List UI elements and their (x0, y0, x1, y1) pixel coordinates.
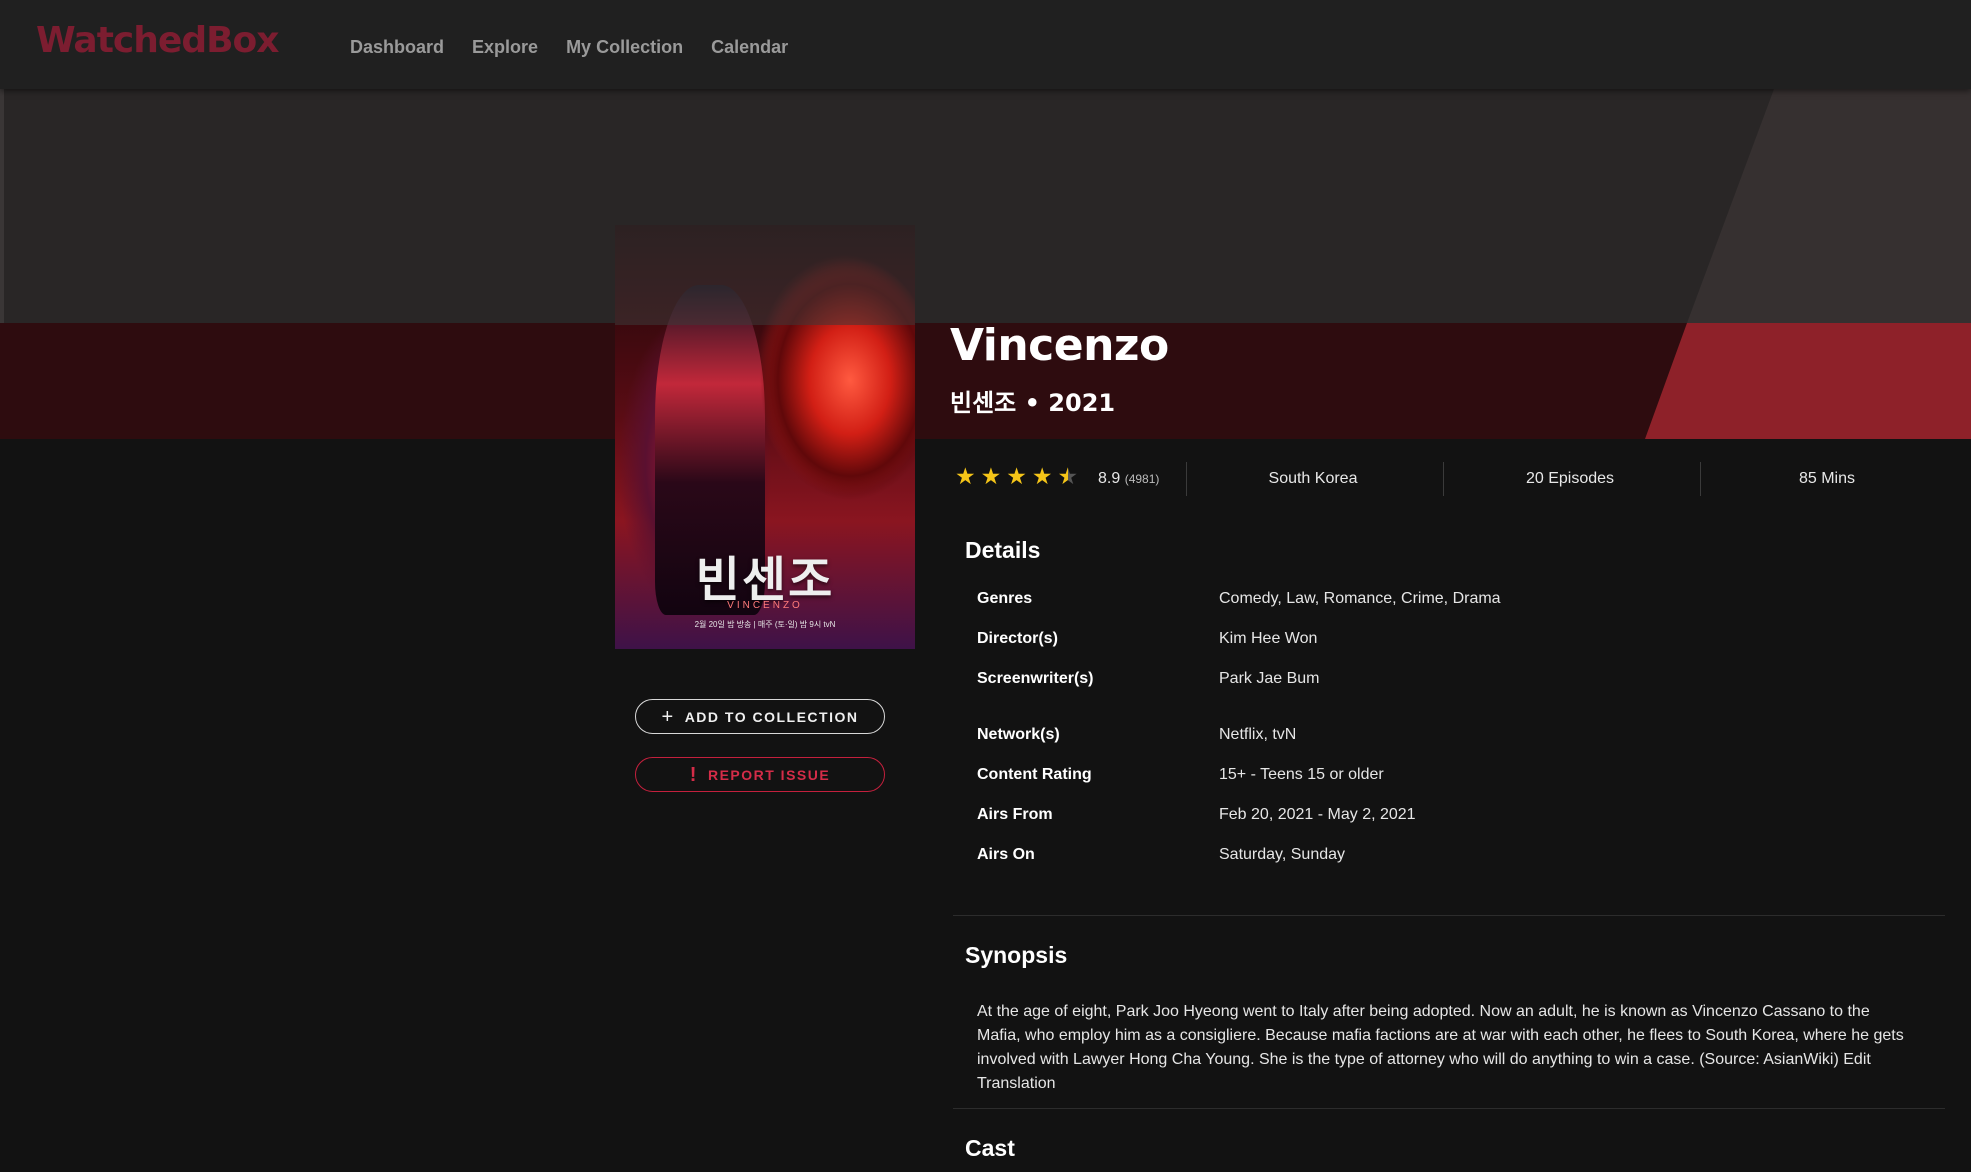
stat-country: South Korea (1268, 470, 1358, 487)
detail-row-airs-on: Airs On Saturday, Sunday (977, 846, 1937, 870)
detail-label: Content Rating (977, 766, 1092, 783)
main-nav: Dashboard Explore My Collection Calendar (350, 37, 788, 58)
nav-my-collection[interactable]: My Collection (566, 37, 683, 58)
stat-divider (1700, 462, 1701, 496)
nav-explore[interactable]: Explore (472, 37, 538, 58)
star-rating: ★ ★ ★ ★ ★ (955, 465, 1078, 488)
top-navigation-bar: WatchedBox Dashboard Explore My Collecti… (0, 0, 1971, 89)
report-issue-button[interactable]: ! REPORT ISSUE (635, 757, 885, 792)
show-title: Vincenzo (950, 320, 1169, 371)
detail-value: 15+ - Teens 15 or older (1219, 766, 1384, 783)
detail-row-networks: Network(s) Netflix, tvN (977, 726, 1937, 750)
detail-value: Saturday, Sunday (1219, 846, 1346, 863)
detail-label: Airs From (977, 806, 1053, 823)
star-icon: ★ (1031, 463, 1053, 489)
add-to-collection-button[interactable]: + ADD TO COLLECTION (635, 699, 885, 734)
stats-bar: ★ ★ ★ ★ ★ 8.9 (4981) South Korea 20 Epis… (955, 462, 1955, 500)
detail-label: Genres (977, 590, 1033, 607)
detail-value: Kim Hee Won (1219, 630, 1318, 647)
poster-banner-overlay (615, 225, 915, 325)
details-heading: Details (965, 537, 1041, 563)
plus-icon: + (661, 705, 675, 728)
detail-row-genres: Genres Comedy, Law, Romance, Crime, Dram… (977, 590, 1937, 614)
nav-dashboard[interactable]: Dashboard (350, 37, 444, 58)
section-divider (953, 1108, 1945, 1109)
synopsis-heading: Synopsis (965, 942, 1068, 968)
detail-row-screenwriters: Screenwriter(s) Park Jae Bum (977, 670, 1937, 694)
show-poster: 빈센조 VINCENZO 2월 20일 밤 방송 | 매주 (토·일) 밤 9시… (615, 225, 915, 649)
poster-subtitle: VINCENZO (727, 600, 803, 611)
detail-label: Screenwriter(s) (977, 670, 1094, 687)
detail-value: Netflix, tvN (1219, 726, 1297, 743)
report-issue-label: REPORT ISSUE (707, 766, 831, 783)
show-subtitle: 빈센조 • 2021 (950, 389, 1116, 417)
star-icon: ★ (980, 463, 1002, 489)
poster-air-date: 2월 20일 밤 방송 | 매주 (토·일) 밤 9시 tvN (694, 620, 836, 629)
detail-row-airs-from: Airs From Feb 20, 2021 - May 2, 2021 (977, 806, 1937, 830)
detail-value: Park Jae Bum (1219, 670, 1320, 687)
nav-calendar[interactable]: Calendar (711, 37, 788, 58)
app-logo[interactable]: WatchedBox (36, 20, 279, 61)
detail-value: Comedy, Law, Romance, Crime, Drama (1219, 590, 1501, 607)
banner-top-band (0, 89, 1971, 323)
rating-count: (4981) (1124, 472, 1160, 486)
detail-label: Airs On (977, 846, 1035, 863)
exclamation-icon: ! (689, 763, 698, 786)
detail-value: Feb 20, 2021 - May 2, 2021 (1219, 806, 1416, 823)
detail-label: Director(s) (977, 630, 1058, 647)
rating-value: 8.9 (1098, 470, 1121, 487)
detail-row-content-rating: Content Rating 15+ - Teens 15 or older (977, 766, 1937, 790)
star-icon: ★ (955, 463, 976, 489)
banner-edge (0, 89, 4, 323)
detail-row-directors: Director(s) Kim Hee Won (977, 630, 1937, 654)
add-to-collection-label: ADD TO COLLECTION (684, 708, 859, 725)
cast-heading: Cast (965, 1135, 1015, 1161)
section-divider (953, 915, 1945, 916)
stat-episodes: 20 Episodes (1525, 470, 1615, 487)
stat-divider (1443, 462, 1444, 496)
synopsis-text: At the age of eight, Park Joo Hyeong wen… (977, 1003, 1904, 1092)
rating-score: 8.9 (4981) (1098, 470, 1159, 488)
star-icon: ★ (1006, 463, 1027, 489)
stat-duration: 85 Mins (1798, 470, 1856, 487)
stat-divider (1186, 462, 1187, 496)
detail-label: Network(s) (977, 726, 1060, 743)
half-star-icon: ★ (1057, 463, 1079, 489)
